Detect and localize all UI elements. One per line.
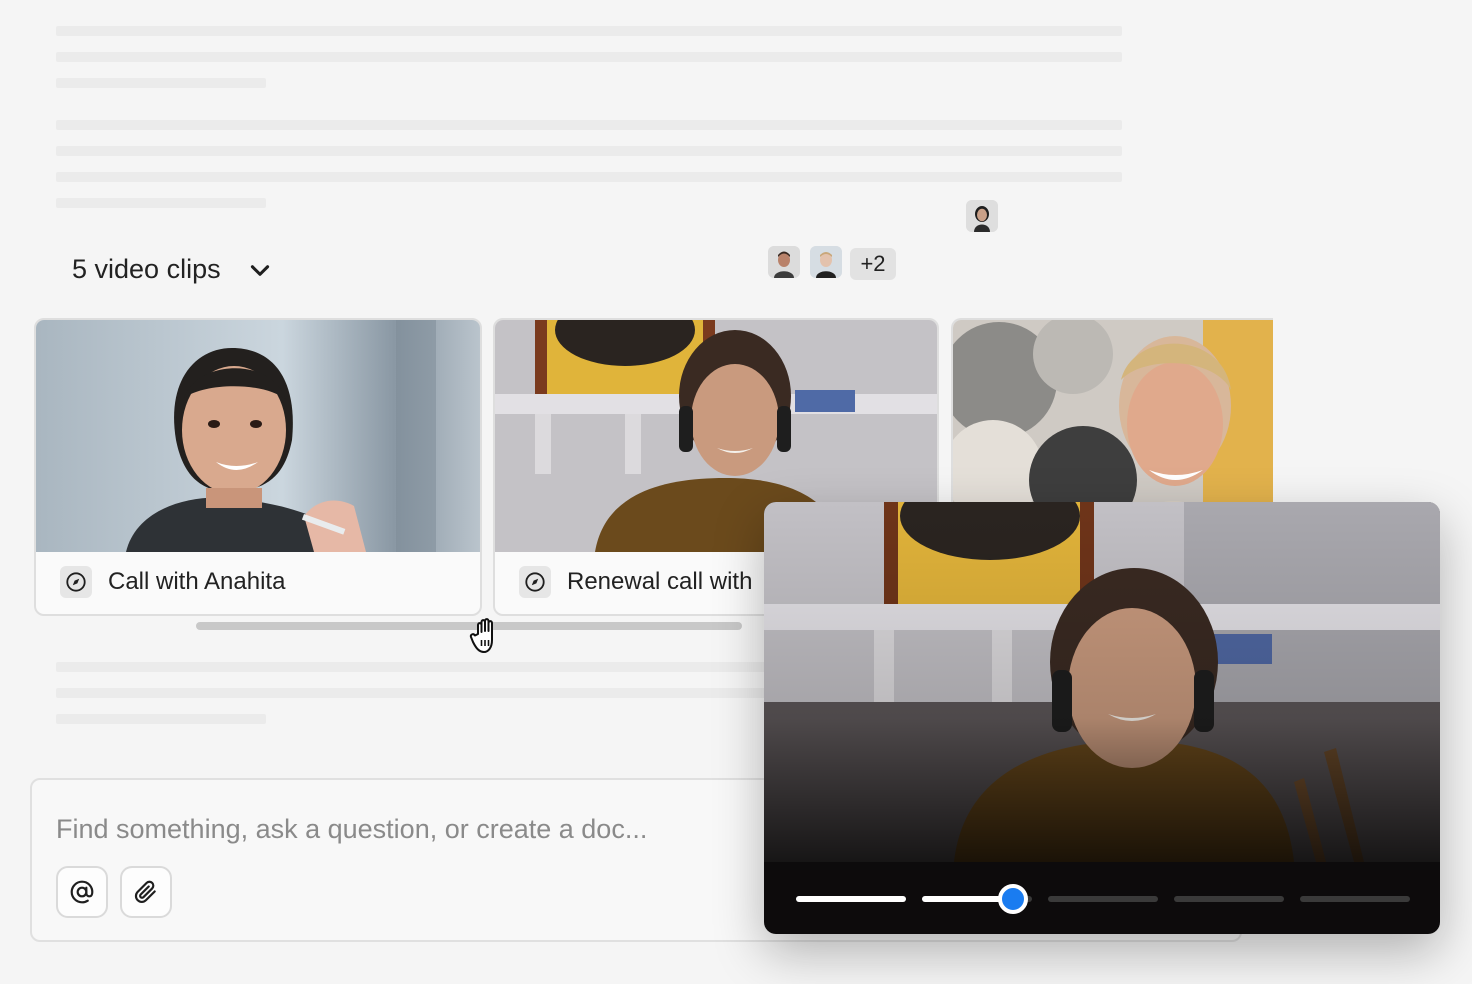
avatar [810, 246, 842, 278]
clip-title: Call with Anahita [108, 568, 286, 595]
skeleton-line [56, 26, 1122, 36]
skeleton-line [56, 688, 766, 698]
progress-segment[interactable] [1174, 896, 1284, 902]
avatar [768, 246, 800, 278]
skeleton-line [56, 146, 1122, 156]
skeleton-line [56, 52, 1122, 62]
chevron-down-icon [250, 264, 269, 276]
skeleton-line [56, 662, 766, 672]
progress-segment[interactable] [1048, 896, 1158, 902]
participants-more-badge: +2 [850, 248, 896, 280]
skeleton-line [56, 198, 266, 208]
paperclip-icon [134, 880, 156, 903]
compass-icon [519, 566, 551, 598]
progress-scrubber-handle[interactable] [998, 884, 1028, 914]
compass-icon [60, 566, 92, 598]
skeleton-line [56, 714, 266, 724]
at-sign-icon [70, 880, 94, 904]
video-frame [764, 502, 1440, 862]
skeleton-line [56, 172, 1122, 182]
video-clip-card[interactable]: Call with Anahita [34, 318, 482, 616]
avatar [966, 200, 998, 232]
attach-button[interactable] [120, 866, 172, 918]
video-player[interactable] [764, 502, 1440, 934]
video-thumbnail [36, 320, 480, 552]
progress-segment[interactable] [796, 896, 906, 902]
composer-input[interactable]: Find something, ask a question, or creat… [56, 814, 647, 845]
clip-title: Renewal call with [567, 568, 753, 595]
mention-button[interactable] [56, 866, 108, 918]
video-clips-count: 5 video clips [72, 254, 221, 284]
video-clips-toggle[interactable]: 5 video clips [72, 254, 273, 285]
progress-segment[interactable] [1300, 896, 1410, 902]
hand-grab-cursor-icon [469, 618, 493, 653]
skeleton-line [56, 120, 1122, 130]
skeleton-line [56, 78, 266, 88]
